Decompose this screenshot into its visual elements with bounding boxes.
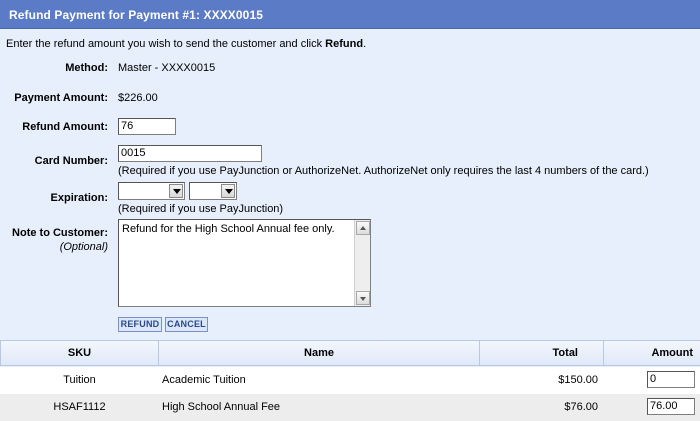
expiration-month-select[interactable] (118, 182, 185, 200)
sku-column-header[interactable]: SKU (0, 341, 159, 366)
expiration-label: Expiration: (50, 192, 108, 204)
row-total: $150.00 (558, 374, 598, 386)
refund-amount-input[interactable]: 76 (118, 118, 176, 135)
note-label: Note to Customer: (12, 227, 108, 239)
note-text: Refund for the High School Annual fee on… (122, 223, 335, 235)
note-optional-label: (Optional) (59, 241, 108, 253)
instructions-text: Enter the refund amount you wish to send… (6, 38, 326, 50)
row-sku: Tuition (63, 374, 96, 386)
chevron-down-icon[interactable] (221, 184, 235, 198)
instructions-end: . (363, 38, 367, 50)
table-row: HSAF1112 High School Annual Fee $76.00 7… (0, 394, 700, 421)
total-column-header[interactable]: Total (480, 341, 604, 366)
table-header: SKU Name Total Amount (0, 340, 700, 366)
chevron-down-icon[interactable] (169, 184, 183, 198)
cancel-button[interactable]: CANCEL (165, 317, 208, 332)
row-amount-input[interactable]: 76.00 (647, 398, 695, 415)
instructions-bold: Refund (325, 38, 364, 50)
name-column-header[interactable]: Name (159, 341, 480, 366)
note-textarea[interactable]: Refund for the High School Annual fee on… (118, 219, 371, 307)
row-amount-input[interactable]: 0 (647, 371, 695, 388)
scroll-down-icon[interactable] (356, 291, 370, 305)
amount-column-header[interactable]: Amount (604, 341, 700, 366)
note-scrollbar[interactable] (354, 220, 370, 306)
expiration-hint: (Required if you use PayJunction) (118, 203, 284, 215)
refund-amount-label: Refund Amount: (22, 121, 108, 133)
payment-amount-label: Payment Amount: (14, 92, 108, 104)
method-value: Master - XXXX0015 (118, 62, 216, 74)
row-sku: HSAF1112 (53, 401, 106, 413)
method-label: Method: (65, 62, 108, 74)
row-name: High School Annual Fee (162, 401, 281, 413)
row-total: $76.00 (564, 401, 598, 413)
table-row: Tuition Academic Tuition $150.00 0 (0, 367, 700, 394)
payment-amount-value: $226.00 (118, 92, 158, 104)
refund-button[interactable]: REFUND (118, 317, 162, 332)
instructions: Enter the refund amount you wish to send… (6, 38, 366, 50)
page-title: Refund Payment for Payment #1: XXXX0015 (9, 8, 263, 22)
card-number-input[interactable]: 0015 (118, 145, 262, 162)
card-number-hint: (Required if you use PayJunction or Auth… (118, 165, 649, 177)
title-bar: Refund Payment for Payment #1: XXXX0015 (0, 0, 700, 29)
row-name: Academic Tuition (162, 374, 246, 386)
expiration-year-select[interactable] (189, 182, 237, 200)
card-number-label: Card Number: (34, 155, 108, 167)
scroll-up-icon[interactable] (356, 221, 370, 235)
